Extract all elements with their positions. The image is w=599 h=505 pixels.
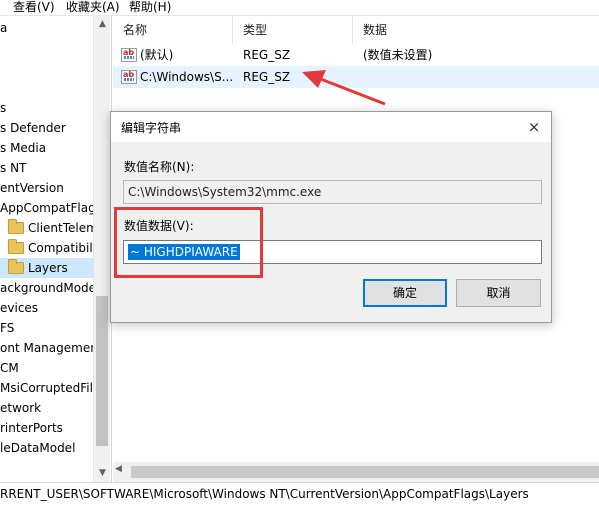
dialog-title: 编辑字符串 [121,121,182,135]
menu-bar: 查看(V) 收藏夹(A) 帮助(H) [0,0,599,16]
tree-item[interactable]: AppCompatFlags [0,198,102,218]
dialog-title-bar: 编辑字符串 × [111,112,551,142]
tree-item-label: leDataModel [0,441,76,455]
tree-item-label: evices [0,301,39,315]
tree-item-label: entVersion [0,181,64,195]
column-header-type[interactable]: 类型 [233,16,353,44]
folder-icon [8,259,24,274]
tree-item-label: AppCompatFlags [0,201,102,215]
folder-icon [8,219,24,234]
tree-item[interactable]: s NT [0,158,93,178]
scroll-down-icon[interactable]: ▼ [94,465,111,482]
string-value-icon: ab [121,48,137,62]
tree-item[interactable] [0,78,93,98]
ok-button[interactable]: 确定 [363,279,447,307]
cancel-button[interactable]: 取消 [456,279,541,307]
tree-item-label: s Media [0,141,47,155]
list-row-mmc[interactable]: ab C:\Windows\S... REG_SZ [113,66,599,88]
row-type: REG_SZ [243,70,291,84]
tree-item[interactable]: a [0,18,93,38]
status-bar-path: RRENT_USER\SOFTWARE\Microsoft\Windows NT… [0,482,599,505]
row-type: REG_SZ [243,48,291,62]
menu-view[interactable]: 查看(V) [13,0,55,15]
value-name-label: 数值名称(N): [124,160,195,174]
tree-item-label: s Defender [0,121,66,135]
tree-item-label: s NT [0,161,27,175]
menu-favorites[interactable]: 收藏夹(A) [66,0,120,15]
scroll-thumb[interactable] [96,296,108,446]
tree-item[interactable] [0,58,93,78]
list-horizontal-scrollbar[interactable]: ◀ [113,462,599,482]
tree-item-label: CM [0,361,19,375]
tree-item[interactable]: Layers [0,258,93,278]
tree-item-label: ont Management [0,341,103,355]
tree-item[interactable] [0,38,93,58]
tree-item[interactable]: CM [0,358,93,378]
tree-item[interactable]: ont Management [0,338,103,358]
tree-item[interactable]: s Defender [0,118,93,138]
row-name: C:\Windows\S... [140,70,234,84]
column-header-data[interactable]: 数据 [353,16,599,44]
tree-item-label: s [0,101,7,115]
horizontal-scroll-thumb[interactable] [131,466,599,478]
tree-item[interactable]: FS [0,318,93,338]
tree-item[interactable]: MsiCorruptedFile [0,378,100,398]
string-value-icon: ab [121,70,137,84]
tree-item-label: Layers [28,261,68,275]
tree-item[interactable]: entVersion [0,178,93,198]
row-name: (默认) [140,48,174,62]
tree-item-label: a [0,21,8,35]
folder-icon [8,239,24,254]
tree-item[interactable]: ackgroundMode [0,278,97,298]
tree-item[interactable]: rinterPorts [0,418,93,438]
scroll-up-icon[interactable]: ▲ [94,16,111,33]
tree-item[interactable]: evices [0,298,93,318]
tree-item[interactable]: Compatibility A [0,238,111,258]
menu-help[interactable]: 帮助(H) [129,0,171,15]
tree-item[interactable]: s Media [0,138,93,158]
row-data: (数值未设置) [363,48,433,62]
tree-item-label: MsiCorruptedFile [0,381,101,395]
tree-item[interactable]: etwork [0,398,93,418]
tree-item-label: rinterPorts [0,421,63,435]
tree-item[interactable]: ClientTelemetr [0,218,111,238]
tree-item-label: ackgroundMode [0,281,97,295]
value-name-field[interactable]: C:\Windows\System32\mmc.exe [123,180,542,204]
tree-item[interactable]: s [0,98,93,118]
close-icon[interactable]: × [523,116,545,138]
tree-item[interactable]: leDataModel [0,438,93,458]
list-row-default[interactable]: ab (默认) REG_SZ (数值未设置) [113,44,599,66]
annotation-highlight-box [114,207,263,278]
tree-vertical-scrollbar[interactable]: ▲ ▼ [93,16,110,482]
tree-item-label: FS [0,321,15,335]
tree-item-label: etwork [0,401,42,415]
column-header-name[interactable]: 名称 [113,16,233,44]
scroll-left-icon[interactable]: ◀ [115,464,122,474]
